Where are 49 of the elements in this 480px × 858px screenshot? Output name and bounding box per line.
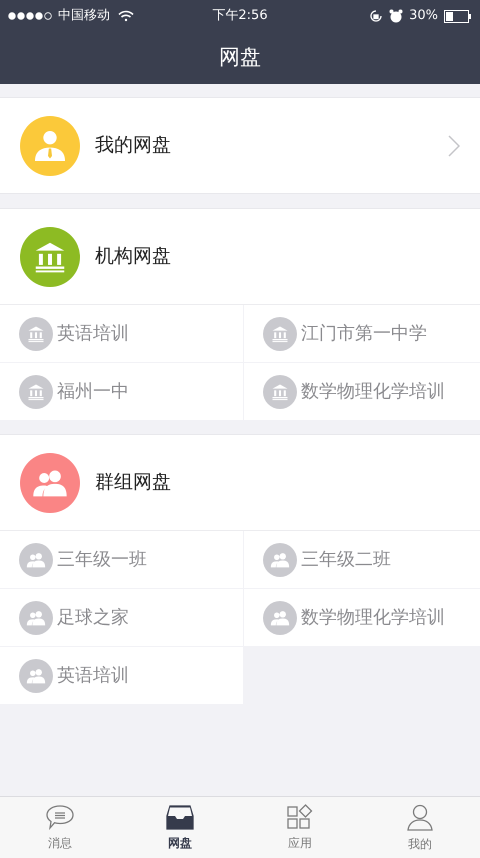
section-title: 群组网盘 [95, 470, 171, 496]
rotation-lock-icon [369, 9, 384, 23]
carrier-name: 中国移动 [58, 7, 110, 26]
chevron-right-icon [448, 134, 460, 156]
page-title: 网盘 [219, 44, 261, 72]
tab[interactable]: 我的 [360, 797, 480, 858]
building-icon [263, 316, 297, 350]
tab[interactable]: 应用 [240, 797, 360, 858]
folder-item[interactable]: 英语培训 [0, 647, 243, 704]
folder-item[interactable]: 三年级一班 [0, 531, 243, 588]
wifi-icon [118, 10, 134, 22]
tab[interactable]: 消息 [0, 797, 120, 858]
folder-item[interactable]: 三年级二班 [244, 531, 480, 588]
folder-item[interactable]: 数学物理化学培训 [244, 363, 480, 420]
folder-name: 英语培训 [57, 322, 129, 346]
section-title: 我的网盘 [95, 133, 171, 158]
folder-name: 英语培训 [57, 664, 129, 688]
group-icon [19, 542, 53, 576]
folder-name: 福州一中 [57, 380, 129, 404]
group-icon [19, 600, 53, 634]
folder-item[interactable]: 福州一中 [0, 363, 243, 420]
chat-icon [45, 804, 75, 830]
status-time: 下午2:56 [212, 7, 268, 26]
folder-name: 数学物理化学培训 [301, 606, 445, 630]
apps-icon [286, 804, 314, 830]
inbox-icon [165, 804, 195, 830]
building-icon [19, 374, 53, 408]
battery-percent: 30% [409, 7, 438, 26]
folder-name: 三年级一班 [57, 548, 147, 572]
folder-item[interactable]: 数学物理化学培训 [244, 589, 480, 646]
folder-name: 三年级二班 [301, 548, 391, 572]
folder-name: 数学物理化学培训 [301, 380, 445, 404]
folder-name: 足球之家 [57, 606, 129, 630]
signal-icon [8, 12, 54, 20]
group-icon [263, 542, 297, 576]
tab[interactable]: 网盘 [120, 797, 240, 858]
battery-icon [444, 10, 472, 22]
building-icon [263, 374, 297, 408]
folder-item[interactable]: 江门市第一中学 [244, 305, 480, 362]
section-title: 机构网盘 [95, 244, 171, 270]
my-drive-row[interactable]: 我的网盘 [0, 98, 480, 193]
group-icon [263, 600, 297, 634]
building-icon [19, 316, 53, 350]
folder-item[interactable]: 足球之家 [0, 589, 243, 646]
group-icon [19, 658, 53, 692]
folder-name: 江门市第一中学 [301, 322, 427, 346]
alarm-icon [389, 9, 404, 23]
folder-item[interactable]: 英语培训 [0, 305, 243, 362]
profile-icon [406, 802, 434, 830]
